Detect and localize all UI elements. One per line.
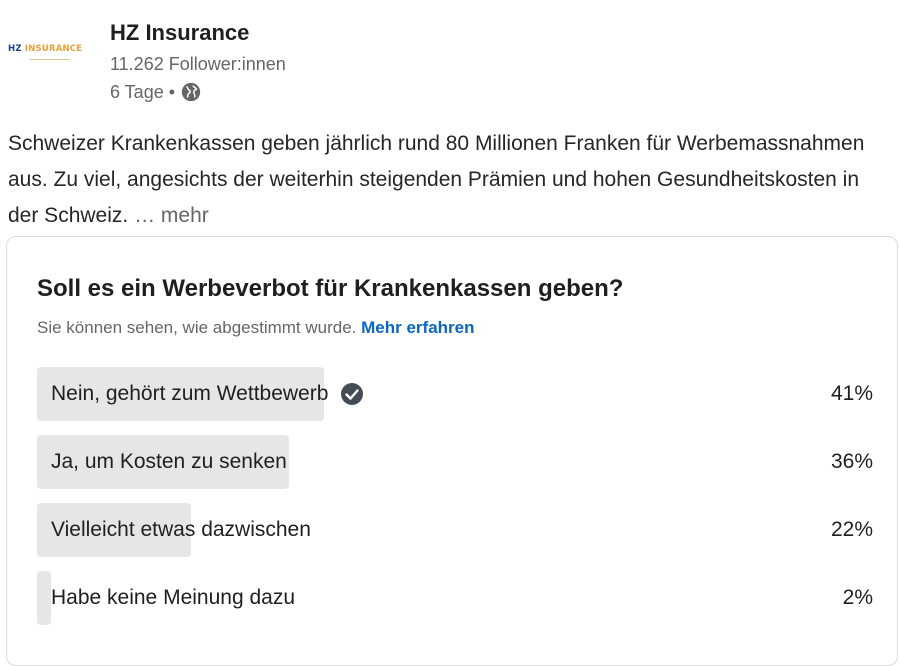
see-more-link[interactable]: … mehr bbox=[134, 204, 209, 227]
poll-option-label: Habe keine Meinung dazu bbox=[51, 586, 296, 609]
checkmark-circle-icon bbox=[341, 383, 364, 405]
poll-option-label-wrap: Nein, gehört zum Wettbewerb bbox=[51, 367, 364, 421]
follower-count: 11.262 Follower:innen bbox=[110, 54, 286, 74]
poll-option-label: Ja, um Kosten zu senken bbox=[51, 450, 287, 473]
poll-option[interactable]: Vielleicht etwas dazwischen 22% bbox=[37, 503, 873, 557]
poll-option[interactable]: Ja, um Kosten zu senken 36% bbox=[37, 435, 873, 489]
poll-option[interactable]: Habe keine Meinung dazu 2% bbox=[37, 571, 873, 625]
post-age: 6 Tage bbox=[110, 81, 164, 102]
poll-option-percent: 2% bbox=[842, 586, 873, 609]
post-meta: 6 Tage • bbox=[110, 81, 202, 103]
post-header: HZ INSURANCE HZ Insurance 11.262 Followe… bbox=[0, 0, 900, 120]
company-logo[interactable]: HZ INSURANCE bbox=[8, 44, 98, 68]
poll-option-label-wrap: Vielleicht etwas dazwischen bbox=[51, 503, 311, 557]
poll-option-label: Nein, gehört zum Wettbewerb bbox=[51, 382, 329, 405]
poll-option-label: Vielleicht etwas dazwischen bbox=[51, 518, 311, 541]
learn-more-link[interactable]: Mehr erfahren bbox=[361, 318, 474, 337]
poll-option-percent: 36% bbox=[830, 450, 873, 473]
poll-option-percent: 22% bbox=[830, 518, 873, 541]
logo-tagline-line bbox=[30, 59, 70, 60]
poll-option-label-wrap: Ja, um Kosten zu senken bbox=[51, 435, 287, 489]
poll-option-bar bbox=[37, 571, 51, 625]
poll-option[interactable]: Nein, gehört zum Wettbewerb 41% bbox=[37, 367, 873, 421]
logo-insurance-text: INSURANCE bbox=[24, 44, 83, 54]
poll-option-percent: 41% bbox=[830, 382, 873, 405]
poll-question: Soll es ein Werbeverbot für Krankenkasse… bbox=[37, 275, 624, 302]
poll-card: Soll es ein Werbeverbot für Krankenkasse… bbox=[6, 236, 898, 666]
poll-option-label-wrap: Habe keine Meinung dazu bbox=[51, 571, 295, 625]
meta-separator: • bbox=[168, 81, 176, 102]
poll-visibility-note: Sie können sehen, wie abgestimmt wurde. … bbox=[37, 318, 475, 338]
post-body: Schweizer Krankenkassen geben jährlich r… bbox=[8, 126, 888, 234]
globe-icon bbox=[181, 82, 201, 102]
company-name[interactable]: HZ Insurance bbox=[110, 20, 249, 46]
logo-hz-text: HZ bbox=[8, 44, 22, 54]
poll-note-text: Sie können sehen, wie abgestimmt wurde. bbox=[37, 318, 357, 337]
